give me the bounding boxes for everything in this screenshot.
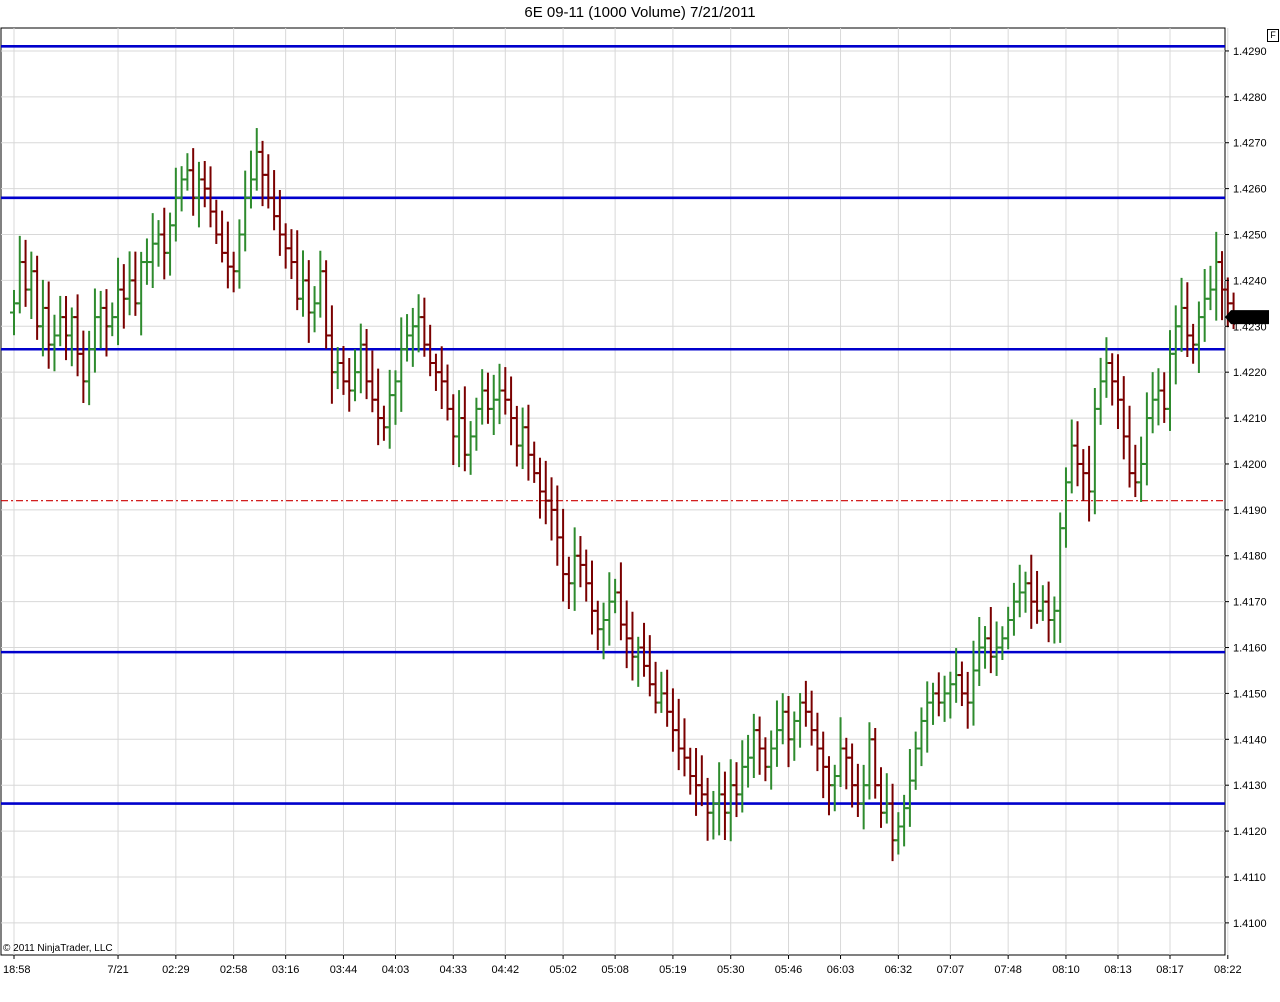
y-tick-label: 1.4250 bbox=[1233, 230, 1267, 242]
x-tick-label: 07:48 bbox=[994, 964, 1022, 976]
x-tick-label: 03:16 bbox=[272, 964, 300, 976]
x-tick-label: 02:58 bbox=[220, 964, 248, 976]
y-tick-label: 1.4150 bbox=[1233, 688, 1267, 700]
y-tick-label: 1.4110 bbox=[1233, 872, 1266, 884]
current-price-label: 1.4232 bbox=[1233, 312, 1267, 324]
x-tick-label: 02:29 bbox=[162, 964, 190, 976]
y-tick-label: 1.4160 bbox=[1233, 643, 1267, 655]
x-tick-label: 04:03 bbox=[382, 964, 410, 976]
x-tick-label: 06:32 bbox=[885, 964, 913, 976]
x-tick-label: 04:42 bbox=[492, 964, 520, 976]
x-tick-label: 08:22 bbox=[1214, 964, 1242, 976]
x-tick-label: 08:17 bbox=[1156, 964, 1184, 976]
x-tick-label: 05:08 bbox=[601, 964, 629, 976]
x-tick-label: 05:46 bbox=[775, 964, 803, 976]
copyright-notice: © 2011 NinjaTrader, LLC bbox=[3, 943, 113, 954]
y-tick-label: 1.4290 bbox=[1233, 46, 1267, 58]
x-tick-label: 08:10 bbox=[1052, 964, 1080, 976]
x-tick-label: 7/21 bbox=[107, 964, 128, 976]
x-tick-label: 07:07 bbox=[937, 964, 965, 976]
x-axis: 18:58 7/21 02:29 02:58 03:16 03:44 04:03 04:33 0… bbox=[3, 955, 1242, 976]
chart-canvas[interactable]: 1.4100 1.4110 1.4120 1.4130 1.4140 1.4150 1.41… bbox=[0, 0, 1280, 1002]
x-tick-label: 05:19 bbox=[659, 964, 687, 976]
x-tick-label: 05:02 bbox=[549, 964, 577, 976]
y-tick-label: 1.4210 bbox=[1233, 413, 1267, 425]
y-axis: 1.4100 1.4110 1.4120 1.4130 1.4140 1.4150 1.41… bbox=[1225, 46, 1267, 930]
y-tick-label: 1.4170 bbox=[1233, 597, 1267, 609]
y-tick-label: 1.4240 bbox=[1233, 275, 1267, 287]
plot-frame bbox=[0, 27, 1226, 956]
y-tick-label: 1.4180 bbox=[1233, 551, 1267, 563]
y-tick-label: 1.4140 bbox=[1233, 734, 1267, 746]
y-tick-label: 1.4130 bbox=[1233, 780, 1267, 792]
y-tick-label: 1.4260 bbox=[1233, 184, 1267, 196]
x-tick-label: 06:03 bbox=[827, 964, 855, 976]
current-price-marker: 1.4232 bbox=[1225, 310, 1269, 325]
x-tick-label: 08:13 bbox=[1104, 964, 1132, 976]
y-tick-label: 1.4190 bbox=[1233, 505, 1267, 517]
x-tick-label: 18:58 bbox=[3, 964, 31, 976]
y-tick-label: 1.4220 bbox=[1233, 367, 1267, 379]
y-tick-label: 1.4120 bbox=[1233, 826, 1267, 838]
y-tick-label: 1.4270 bbox=[1233, 138, 1267, 150]
y-tick-label: 1.4100 bbox=[1233, 918, 1267, 930]
x-tick-label: 03:44 bbox=[330, 964, 358, 976]
y-tick-label: 1.4200 bbox=[1233, 459, 1267, 471]
x-tick-label: 04:33 bbox=[440, 964, 468, 976]
y-tick-label: 1.4280 bbox=[1233, 92, 1267, 104]
x-tick-label: 05:30 bbox=[717, 964, 745, 976]
